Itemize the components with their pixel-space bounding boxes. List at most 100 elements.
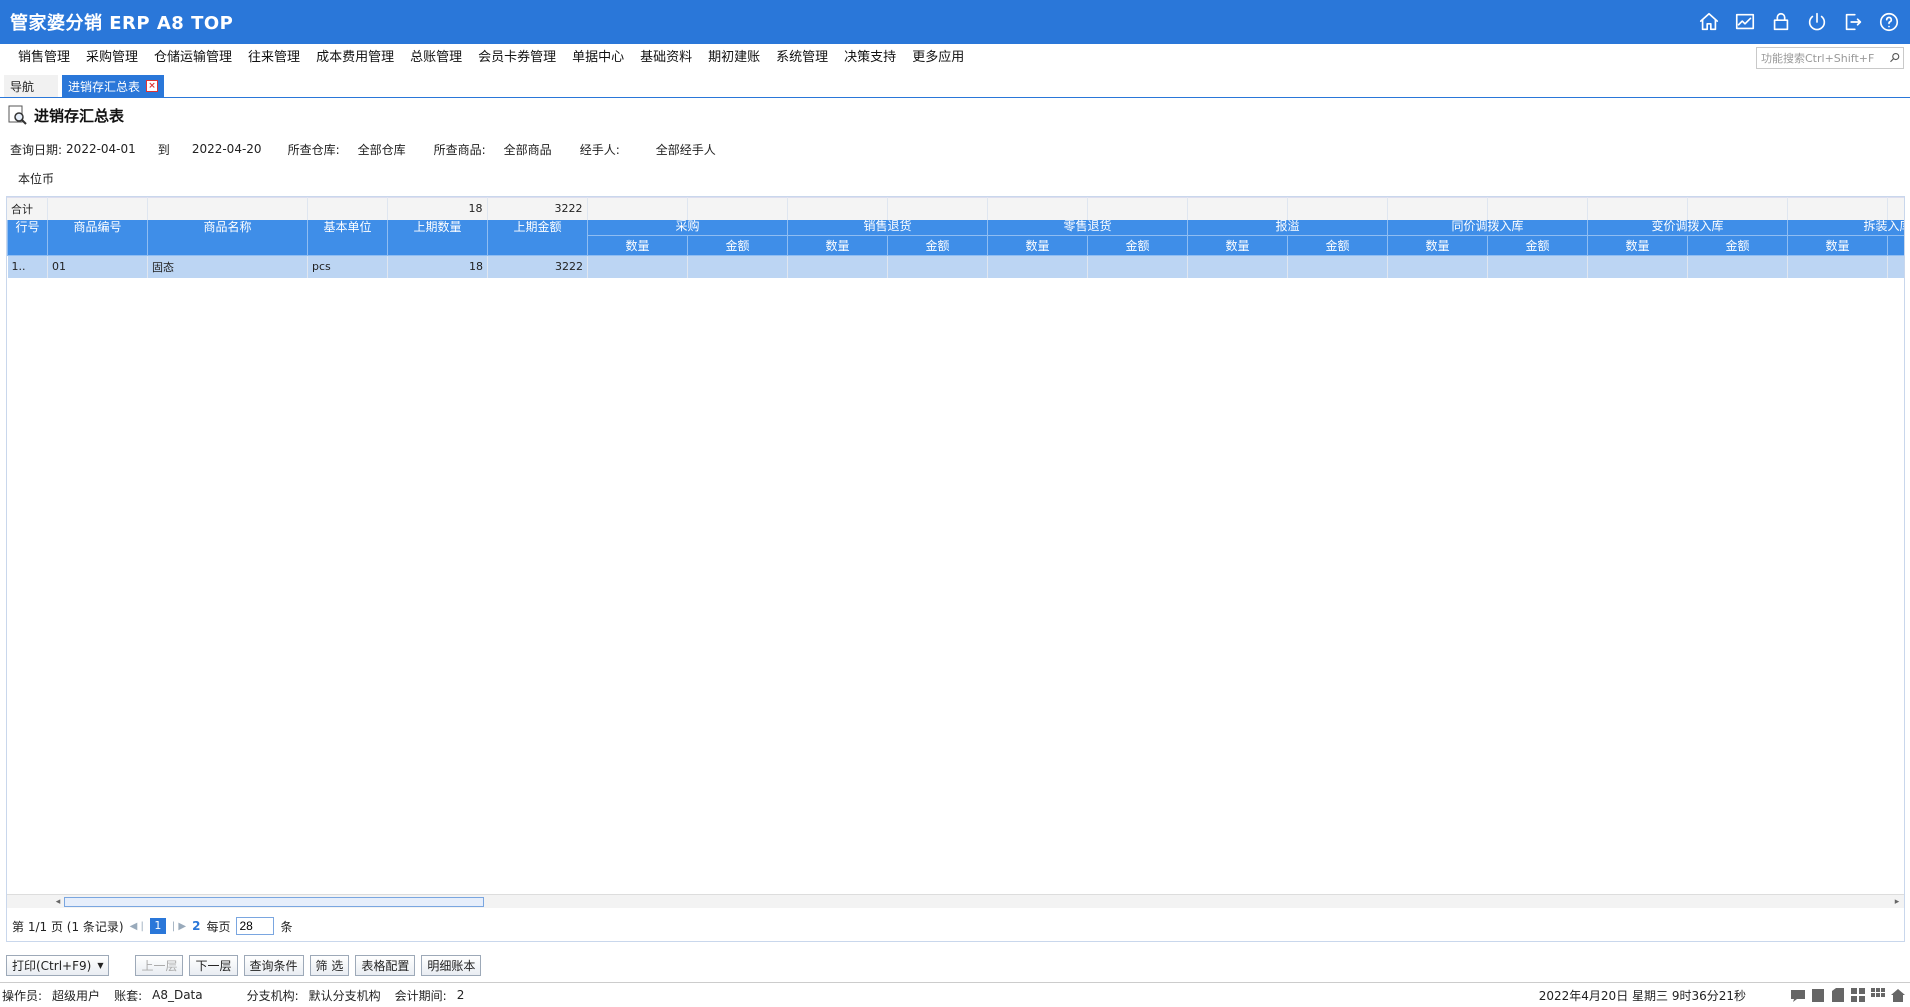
power-icon[interactable] [1804,9,1830,35]
query-conditions: 查询日期: 2022-04-01 到 2022-04-20 所查仓库: 全部仓库… [10,140,720,158]
close-icon[interactable]: × [146,80,159,92]
apps-icon[interactable] [1870,987,1886,1003]
menu-bar: 销售管理 采购管理 仓储运输管理 往来管理 成本费用管理 总账管理 会员卡券管理… [0,44,1910,72]
title-bar: 管家婆分销 ERP A8 TOP [0,0,1910,44]
total-empty [1287,197,1388,220]
menu-basic[interactable]: 基础资料 [632,44,700,72]
cell-empty [1487,255,1588,278]
header-qty[interactable]: 数量 [1787,235,1888,256]
menu-warehouse[interactable]: 仓储运输管理 [146,44,240,72]
total-empty [147,197,308,220]
handler-label: 经手人: [579,142,620,157]
header-amount[interactable]: 金额 [1687,235,1788,256]
refresh-icon[interactable]: 2 [192,919,200,933]
help-icon[interactable] [1876,9,1902,35]
header-qty[interactable]: 数量 [1387,235,1488,256]
totals-row: 合计 18 3222 [7,197,1904,220]
prev-page-icon[interactable]: ◀ | [130,921,144,932]
total-empty [1887,197,1904,220]
header-qty[interactable]: 数量 [787,235,888,256]
header-amount[interactable]: 金额 [687,235,788,256]
menu-more[interactable]: 更多应用 [904,44,972,72]
handler-value: 全部经手人 [655,142,716,157]
cell-empty [1287,255,1388,278]
filter-button[interactable]: 筛 选 [309,954,350,976]
total-empty [1187,197,1288,220]
query-conditions-button[interactable]: 查询条件 [243,954,304,976]
date-label: 查询日期: [10,142,63,157]
period-value: 2 [456,988,465,1002]
cell-unit: pcs [307,255,388,278]
cell-empty [1687,255,1788,278]
header-qty[interactable]: 数量 [1187,235,1288,256]
function-search[interactable]: 功能搜索Ctrl+Shift+F [1756,47,1904,69]
menu-opening[interactable]: 期初建账 [700,44,768,72]
per-page-unit: 条 [280,919,293,934]
branch-value: 默认分支机构 [308,988,381,1003]
notes-icon[interactable] [1810,987,1826,1003]
total-empty [1087,197,1188,220]
header-qty[interactable]: 数量 [1587,235,1688,256]
header-amount[interactable]: 金额 [1287,235,1388,256]
menu-purchase[interactable]: 采购管理 [78,44,146,72]
table-config-button[interactable]: 表格配置 [355,954,416,976]
home-small-icon[interactable] [1890,987,1906,1003]
chevron-down-icon: ▼ [97,960,104,970]
scroll-left-icon[interactable]: ◂ [51,895,65,909]
currency-label: 本位币 [18,172,55,186]
report-icon [8,105,27,125]
search-icon[interactable] [1887,50,1903,66]
tab-bar: 导航 进销存汇总表 × [0,74,1910,98]
search-input[interactable]: 功能搜索Ctrl+Shift+F [1761,50,1887,66]
menu-cost[interactable]: 成本费用管理 [308,44,402,72]
header-qty[interactable]: 数量 [587,235,688,256]
header-amount[interactable]: 金额 [1886,235,1904,256]
date-to: 2022-04-20 [191,142,262,156]
menu-decision[interactable]: 决策支持 [836,44,904,72]
total-empty [987,197,1088,220]
menu-member[interactable]: 会员卡券管理 [470,44,564,72]
message-icon[interactable] [1790,987,1806,1003]
tab-label: 进销存汇总表 [68,79,141,94]
data-grid[interactable]: 行号 商品编号 商品名称 基本单位 上期数量 上期金额 采购 销售退货 零售退货 报溢… [6,196,1905,942]
total-empty [787,197,888,220]
exit-icon[interactable] [1840,9,1866,35]
chart-icon[interactable] [1732,9,1758,35]
next-page-icon[interactable]: | ▶ [172,921,186,932]
document-icon[interactable] [1830,987,1846,1003]
scroll-thumb[interactable] [64,897,484,907]
total-empty [1587,197,1688,220]
goods-value: 全部商品 [503,142,552,157]
home-icon[interactable] [1696,9,1722,35]
account-value: A8_Data [152,988,203,1002]
total-label: 合计 [7,197,48,220]
to-label: 到 [157,142,170,157]
table-row[interactable]: 1.. 01 固态 pcs 18 3222 [7,255,1904,278]
detail-ledger-button[interactable]: 明细账本 [421,954,482,976]
menu-accounts[interactable]: 往来管理 [240,44,308,72]
header-amount[interactable]: 金额 [1087,235,1188,256]
cell-empty [1387,255,1488,278]
tab-navigation[interactable]: 导航 [4,75,58,97]
menu-ledger[interactable]: 总账管理 [402,44,470,72]
menu-sales[interactable]: 销售管理 [10,44,78,72]
date-from: 2022-04-01 [66,142,136,156]
menu-documents[interactable]: 单据中心 [564,44,632,72]
status-bar: 操作员: 超级用户 账套: A8_Data 分支机构: 默认分支机构 会计期间:… [0,982,1910,1007]
lock-icon[interactable] [1768,9,1794,35]
header-qty[interactable]: 数量 [987,235,1088,256]
grid-icon[interactable] [1850,987,1866,1003]
tab-inventory-summary[interactable]: 进销存汇总表 × [62,75,165,97]
header-amount[interactable]: 金额 [1487,235,1588,256]
horizontal-scrollbar[interactable]: ◂ ▸ [7,894,1904,908]
total-empty [587,197,688,220]
scroll-right-icon[interactable]: ▸ [1890,895,1904,909]
per-page-input[interactable] [236,917,275,935]
up-level-button[interactable]: 上一层 [135,954,184,976]
down-level-button[interactable]: 下一层 [189,954,238,976]
current-page[interactable]: 1 [149,918,166,934]
app-title: 管家婆分销 ERP A8 TOP [10,13,234,34]
header-amount[interactable]: 金额 [887,235,988,256]
menu-system[interactable]: 系统管理 [768,44,836,72]
print-button[interactable]: 打印(Ctrl+F9) ▼ [6,954,110,976]
